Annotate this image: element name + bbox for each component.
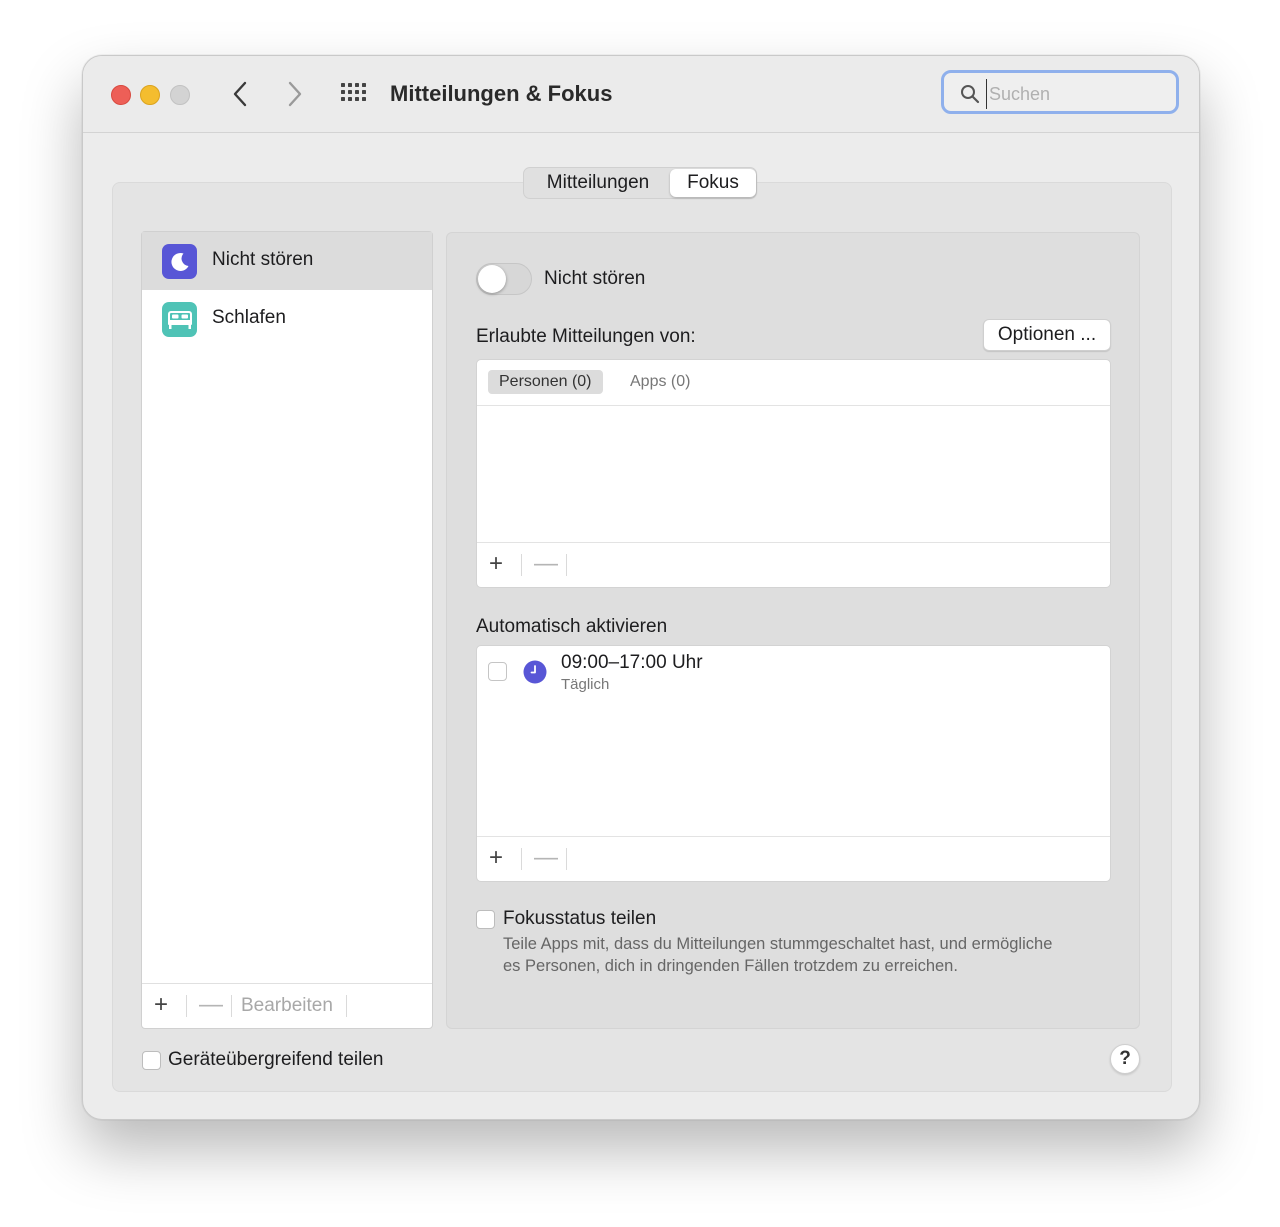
search-icon (961, 85, 980, 104)
auto-activate-label: Automatisch aktivieren (476, 616, 668, 637)
schedule-time: 09:00–17:00 Uhr (561, 652, 703, 673)
dnd-toggle[interactable] (476, 263, 532, 295)
help-button[interactable]: ? (1110, 1044, 1140, 1074)
back-button[interactable] (226, 80, 254, 108)
search-input[interactable] (986, 79, 1171, 109)
bed-icon (162, 302, 197, 337)
remove-focus-button[interactable]: — (199, 992, 223, 1018)
list-footer: + — Bearbeiten (142, 983, 432, 1028)
title-bar: Mitteilungen & Fokus (83, 56, 1199, 133)
share-across-devices-label: Geräteübergreifend teilen (168, 1049, 384, 1070)
divider (346, 995, 347, 1017)
list-item-nicht-stoeren[interactable]: Nicht stören (142, 232, 432, 290)
segmented-tabs: Mitteilungen Fokus (523, 167, 757, 199)
schedule-footer: + — (477, 836, 1110, 881)
list-item-label: Schlafen (212, 307, 286, 328)
add-schedule-button[interactable]: + (489, 845, 503, 871)
forward-button[interactable] (281, 80, 309, 108)
allowed-box: Personen (0) Apps (0) + — (476, 359, 1111, 588)
remove-schedule-button[interactable]: — (534, 845, 558, 871)
window-title: Mitteilungen & Fokus (390, 81, 613, 106)
add-allowed-button[interactable]: + (489, 551, 503, 577)
schedule-repeat: Täglich (561, 676, 610, 693)
allowed-tabs: Personen (0) Apps (0) (477, 360, 1110, 406)
zoom-button[interactable] (170, 85, 190, 105)
add-focus-button[interactable]: + (154, 992, 168, 1018)
divider (521, 848, 522, 870)
remove-allowed-button[interactable]: — (534, 551, 558, 577)
divider (566, 554, 567, 576)
focus-list: Nicht stören Schlafen + — Bearbeiten (141, 231, 433, 1029)
list-item-schlafen[interactable]: Schlafen (142, 290, 432, 348)
focus-detail-pane: Nicht stören Erlaubte Mitteilungen von: … (446, 232, 1140, 1029)
share-across-devices-checkbox[interactable] (142, 1051, 161, 1070)
share-status-checkbox[interactable] (476, 910, 495, 929)
clock-icon (523, 660, 547, 684)
close-button[interactable] (111, 85, 131, 105)
minimize-button[interactable] (140, 85, 160, 105)
chevron-right-icon (288, 81, 302, 107)
toggle-knob (478, 265, 506, 293)
list-item-label: Nicht stören (212, 249, 314, 270)
tab-mitteilungen[interactable]: Mitteilungen (526, 169, 670, 197)
share-status-label: Fokusstatus teilen (503, 908, 657, 929)
allowed-notifications-label: Erlaubte Mitteilungen von: (476, 326, 696, 347)
search-field[interactable] (941, 70, 1179, 114)
divider (186, 995, 187, 1017)
grid-icon (341, 83, 366, 101)
schedule-box: 09:00–17:00 Uhr Täglich + — (476, 645, 1111, 882)
edit-button[interactable]: Bearbeiten (241, 995, 333, 1017)
divider (521, 554, 522, 576)
toggle-label: Nicht stören (544, 268, 646, 289)
schedule-checkbox[interactable] (488, 662, 507, 681)
divider (231, 995, 232, 1017)
show-all-button[interactable] (339, 81, 369, 107)
chevron-left-icon (233, 81, 247, 107)
tab-apps[interactable]: Apps (0) (619, 370, 701, 394)
options-button[interactable]: Optionen ... (983, 319, 1111, 351)
system-preferences-window: Mitteilungen & Fokus Mitteilungen Fokus … (82, 55, 1200, 1120)
allowed-footer: + — (477, 542, 1110, 587)
tab-personen[interactable]: Personen (0) (488, 370, 603, 394)
moon-icon (162, 244, 197, 279)
tab-fokus[interactable]: Fokus (670, 169, 756, 197)
divider (566, 848, 567, 870)
share-status-description: Teile Apps mit, dass du Mitteilungen stu… (503, 935, 1053, 975)
